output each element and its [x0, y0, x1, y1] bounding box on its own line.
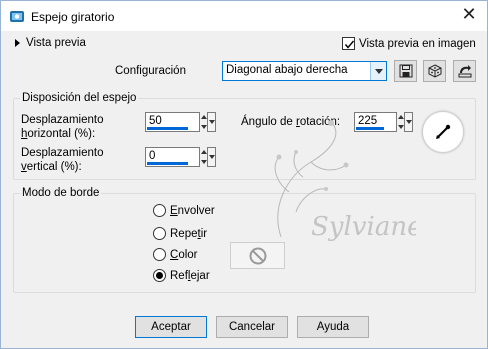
save-icon — [399, 64, 412, 78]
radio-reflect[interactable]: Reflejar — [153, 269, 210, 282]
radio-wrap[interactable]: Envolver — [153, 204, 215, 217]
title-bar: Espejo giratorio ✕ — [1, 1, 487, 31]
config-label: Configuración — [115, 65, 186, 77]
config-select-value: Diagonal abajo derecha — [226, 64, 348, 76]
mirror-layout-legend: Disposición del espejo — [22, 92, 137, 104]
preview-on-image-checkbox-row[interactable]: Vista previa en imagen — [342, 37, 476, 50]
rotation-dial[interactable] — [422, 111, 464, 153]
v-offset-input[interactable]: 0 — [145, 147, 200, 167]
preset-manage-icon — [458, 65, 471, 78]
radio-label-part: Repe — [170, 227, 198, 240]
h-offset-input[interactable]: 50 — [145, 112, 200, 132]
h-offset-value: 50 — [149, 115, 162, 127]
radio-repeat-button[interactable] — [153, 227, 166, 240]
ok-button[interactable]: Aceptar — [135, 316, 207, 338]
spin-up-icon[interactable] — [200, 147, 207, 157]
spin-down-icon[interactable] — [200, 157, 207, 167]
dialog-window: Espejo giratorio ✕ Vista previa Vista pr… — [0, 0, 488, 349]
border-mode-legend: Modo de borde — [22, 187, 100, 199]
radio-label-part: olor — [178, 248, 198, 261]
h-offset-slider-fill — [147, 127, 188, 130]
preview-on-image-checkbox[interactable] — [342, 37, 355, 50]
radio-repeat[interactable]: Repetir — [153, 227, 207, 240]
radio-reflect-label: Reflejar — [170, 270, 210, 282]
h-offset-stepper[interactable] — [200, 112, 207, 132]
cancel-button[interactable]: Cancelar — [216, 316, 288, 338]
radio-reflect-button[interactable] — [153, 269, 166, 282]
dice-icon — [428, 64, 441, 78]
v-offset-value: 0 — [149, 150, 156, 162]
v-offset-spinner[interactable]: 0 — [145, 147, 216, 167]
preview-toggle[interactable]: Vista previa — [15, 37, 86, 49]
h-offset-label: Desplazamiento horizontal (%): — [21, 113, 103, 141]
v-offset-label: Desplazamiento vertical (%): — [21, 146, 103, 174]
v-offset-label-line2: ertical (%): — [26, 161, 82, 173]
spin-up-icon[interactable] — [200, 112, 207, 122]
preview-toggle-label: Vista previa — [26, 37, 86, 49]
radio-color[interactable]: Color — [153, 248, 198, 261]
save-preset-button[interactable] — [394, 60, 417, 82]
app-icon — [10, 11, 24, 22]
radio-wrap-label: Envolver — [170, 205, 215, 217]
radio-wrap-button[interactable] — [153, 204, 166, 217]
radio-label-mnemonic: E — [170, 204, 178, 217]
radio-color-label: Color — [170, 249, 198, 261]
h-offset-spinner[interactable]: 50 — [145, 112, 216, 132]
help-button[interactable]: Ayuda — [297, 316, 369, 338]
config-select[interactable]: Diagonal abajo derecha — [222, 61, 387, 81]
watermark-graphic: Sylviane — [274, 120, 416, 242]
rotation-pointer-icon — [436, 124, 451, 139]
checkmark-icon — [344, 40, 355, 49]
v-offset-dropdown[interactable] — [207, 147, 216, 167]
radio-label-part: ir — [200, 227, 208, 240]
h-offset-dropdown[interactable] — [207, 112, 216, 132]
chevron-down-icon[interactable] — [370, 62, 386, 80]
h-offset-label-line2: orizontal (%): — [27, 128, 96, 140]
v-offset-slider-fill — [147, 162, 188, 165]
radio-label-part: ejar — [190, 269, 210, 282]
close-icon: ✕ — [461, 4, 477, 25]
manage-presets-button[interactable] — [453, 60, 476, 82]
preview-on-image-label: Vista previa en imagen — [359, 37, 476, 50]
radio-repeat-label: Repetir — [170, 228, 207, 240]
expand-arrow-icon — [15, 39, 20, 47]
h-offset-label-line1: Desplazamiento — [21, 114, 104, 126]
radio-label-part: nvolver — [177, 204, 215, 217]
spin-down-icon[interactable] — [200, 122, 207, 132]
random-button[interactable] — [423, 60, 446, 82]
close-button[interactable]: ✕ — [457, 5, 481, 27]
v-offset-stepper[interactable] — [200, 147, 207, 167]
window-title: Espejo giratorio — [31, 10, 115, 24]
v-offset-label-line1: Desplazamiento — [21, 147, 104, 159]
watermark-text: Sylviane — [311, 212, 416, 242]
radio-color-button[interactable] — [153, 248, 166, 261]
radio-label-part: Ref — [170, 269, 188, 282]
